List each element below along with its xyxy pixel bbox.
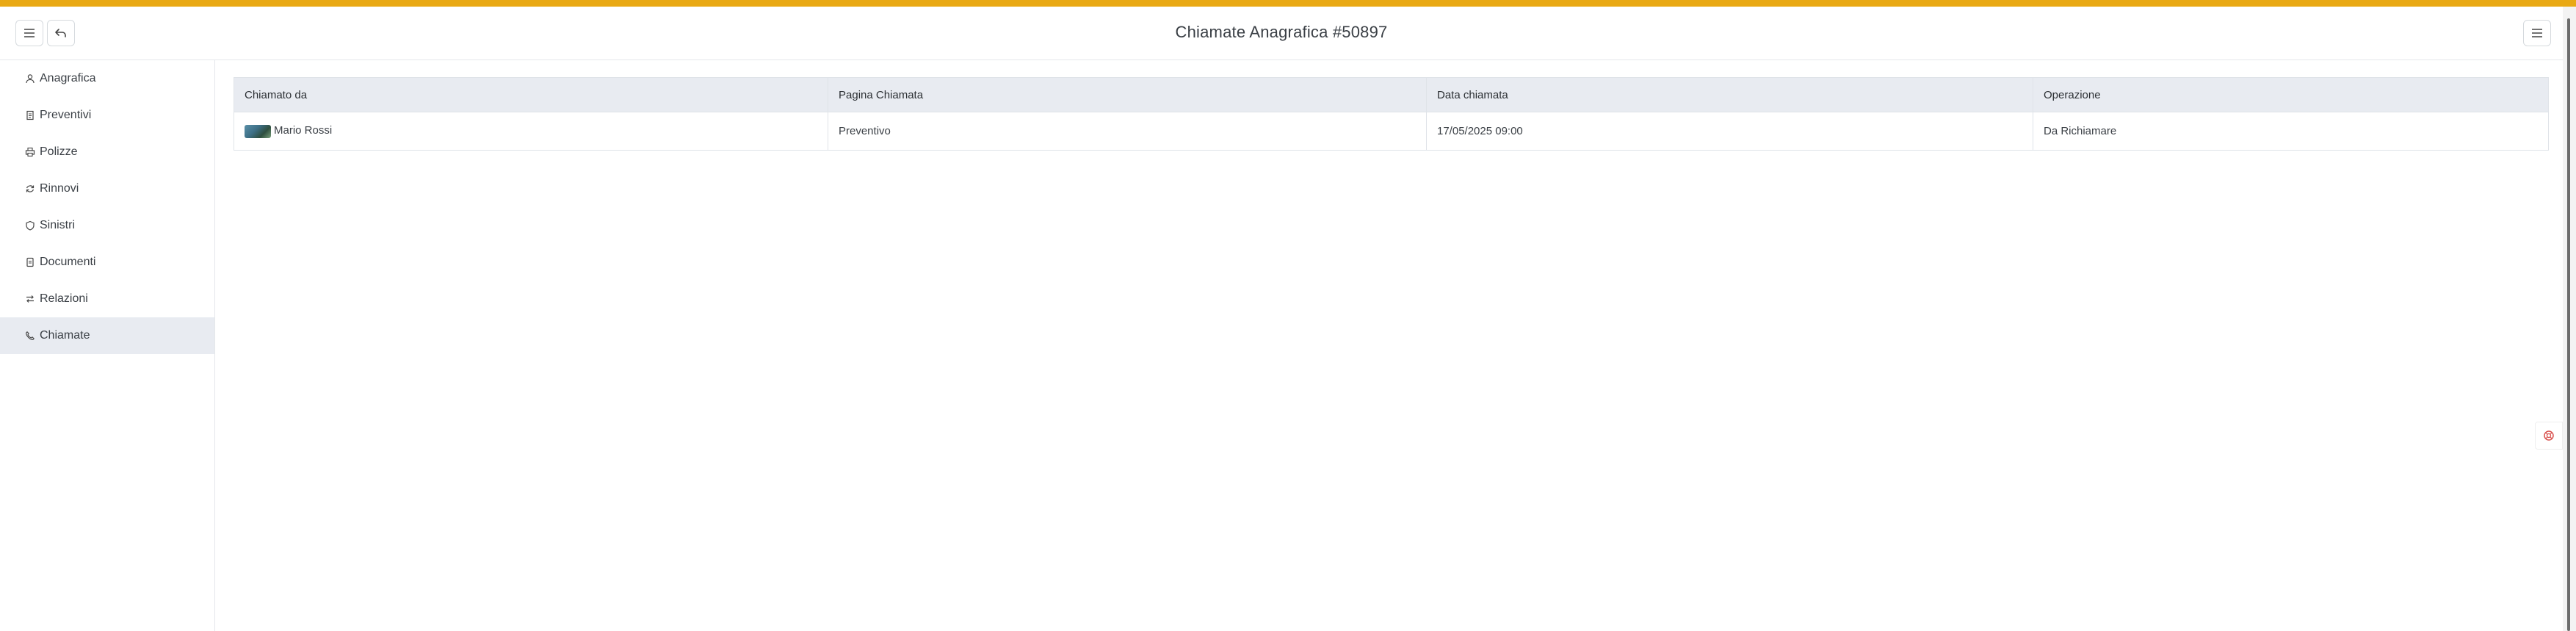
sidebar-item-preventivi[interactable]: Preventivi	[0, 97, 214, 134]
date-cell: 17/05/2025 09:00	[1426, 112, 2033, 151]
sidebar-item-chiamate[interactable]: Chiamate	[0, 317, 214, 354]
sidebar-item-label: Chiamate	[40, 329, 90, 342]
caller-cell: Mario Rossi	[234, 112, 828, 151]
shield-icon	[25, 220, 35, 231]
hamburger-icon	[2532, 29, 2542, 37]
calls-table: Chiamato da Pagina Chiamata Data chiamat…	[234, 77, 2549, 151]
person-icon	[25, 73, 35, 84]
file-icon	[25, 257, 35, 267]
column-header-chiamato-da[interactable]: Chiamato da	[234, 77, 828, 112]
top-accent-bar	[0, 0, 2576, 7]
caller-name: Mario Rossi	[274, 124, 333, 137]
printer-icon	[25, 147, 35, 157]
phone-icon	[25, 331, 35, 341]
sidebar-item-sinistri[interactable]: Sinistri	[0, 207, 214, 244]
sidebar-item-label: Rinnovi	[40, 182, 79, 195]
sidebar-item-rinnovi[interactable]: Rinnovi	[0, 170, 214, 207]
column-header-data-chiamata[interactable]: Data chiamata	[1426, 77, 2033, 112]
main-content: Chiamato da Pagina Chiamata Data chiamat…	[234, 77, 2549, 151]
sidebar-item-label: Preventivi	[40, 109, 92, 121]
app-header: Chiamate Anagrafica #50897	[0, 7, 2563, 60]
column-header-pagina-chiamata[interactable]: Pagina Chiamata	[828, 77, 1427, 112]
sidebar-item-label: Relazioni	[40, 292, 88, 305]
sidebar-item-label: Anagrafica	[40, 72, 96, 84]
sidebar-item-polizze[interactable]: Polizze	[0, 134, 214, 170]
document-icon	[25, 110, 35, 120]
lifebuoy-icon	[2544, 430, 2554, 441]
sidebar: Anagrafica Preventivi Polizze Rinnovi Si…	[0, 60, 215, 631]
sidebar-item-documenti[interactable]: Documenti	[0, 244, 214, 281]
sidebar-item-label: Documenti	[40, 256, 96, 268]
page-title: Chiamate Anagrafica #50897	[1175, 23, 1388, 41]
sidebar-item-label: Sinistri	[40, 219, 76, 231]
right-menu-button[interactable]	[2523, 20, 2551, 46]
page-cell: Preventivo	[828, 112, 1427, 151]
help-floating-button[interactable]	[2535, 422, 2563, 450]
avatar	[245, 124, 271, 138]
swap-arrows-icon	[25, 294, 35, 304]
scrollbar-thumb[interactable]	[2567, 18, 2570, 631]
refresh-icon	[25, 184, 35, 194]
sidebar-item-anagrafica[interactable]: Anagrafica	[0, 60, 214, 97]
sidebar-item-relazioni[interactable]: Relazioni	[0, 281, 214, 317]
sidebar-item-label: Polizze	[40, 145, 78, 158]
column-header-operazione[interactable]: Operazione	[2033, 77, 2549, 112]
table-header-row: Chiamato da Pagina Chiamata Data chiamat…	[234, 77, 2549, 112]
table-row[interactable]: Mario Rossi Preventivo 17/05/2025 09:00 …	[234, 112, 2549, 151]
page-scrollbar[interactable]	[2563, 7, 2576, 631]
operation-cell: Da Richiamare	[2033, 112, 2549, 151]
